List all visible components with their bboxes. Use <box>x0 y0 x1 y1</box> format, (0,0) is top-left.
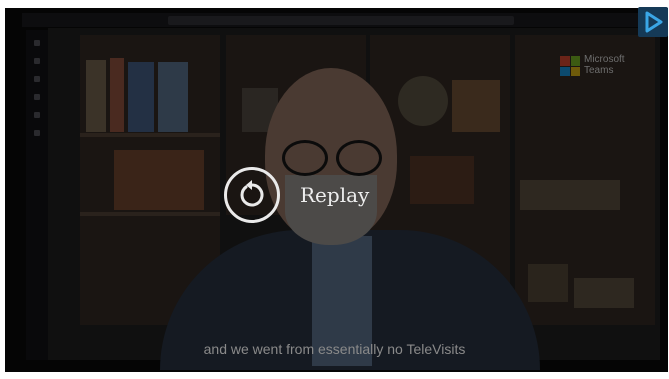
brand-watermark: Microsoft Teams <box>584 54 625 76</box>
book-stack <box>528 264 568 302</box>
book-row <box>452 80 500 132</box>
replay-label[interactable]: Replay <box>300 183 369 207</box>
replay-button[interactable]: Replay <box>224 165 369 225</box>
book <box>128 62 154 132</box>
microsoft-logo-icon <box>560 56 580 76</box>
rail-teams-icon <box>34 76 40 82</box>
play-logo-icon <box>645 11 663 33</box>
brand-line-2: Teams <box>584 65 614 76</box>
decorative-plate <box>398 76 448 126</box>
rail-calendar-icon <box>34 94 40 100</box>
play-logo-button[interactable] <box>638 7 668 37</box>
shelf-board <box>80 133 220 137</box>
rail-files-icon <box>34 130 40 136</box>
teams-search-bar <box>168 16 514 25</box>
book-row <box>114 150 204 210</box>
book <box>110 58 124 132</box>
book <box>86 60 106 132</box>
video-caption: and we went from essentially no TeleVisi… <box>203 341 466 357</box>
book <box>158 62 188 132</box>
rail-chat-icon <box>34 58 40 64</box>
shelf-board <box>80 212 220 216</box>
book-stack <box>574 278 634 308</box>
rail-activity-icon <box>34 40 40 46</box>
brand-line-1: Microsoft <box>584 54 625 65</box>
book-stack <box>520 180 620 210</box>
book-row <box>410 156 474 204</box>
rail-calls-icon <box>34 112 40 118</box>
replay-icon[interactable] <box>224 167 280 223</box>
